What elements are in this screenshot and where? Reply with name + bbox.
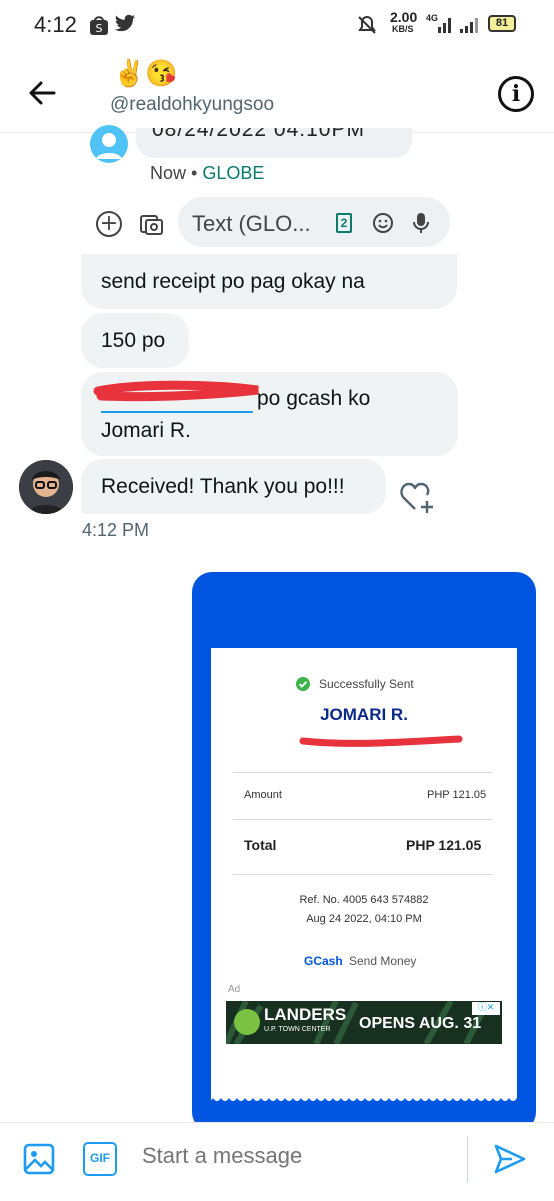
status-time: 4:12 <box>34 12 77 37</box>
back-button[interactable] <box>26 76 60 110</box>
total-label: Total <box>244 837 277 853</box>
network-speed-unit: KB/S <box>392 24 414 34</box>
sim-badge: 2 <box>336 213 352 233</box>
conversation-header <box>0 50 554 133</box>
ad-title: LANDERS <box>264 1005 347 1024</box>
receipt-recipient: JOMARI R. <box>320 705 408 724</box>
network-speed: 2.00 <box>390 9 418 25</box>
sms-message-gcash: po gcash ko Jomari R. <box>81 372 458 456</box>
divider <box>233 819 493 820</box>
sms-message: send receipt po pag okay na <box>81 254 457 309</box>
amount-label: Amount <box>244 789 282 801</box>
message-timestamp: 4:12 PM <box>82 520 150 540</box>
landers-logo-icon <box>234 1009 260 1035</box>
send-button[interactable] <box>492 1141 528 1182</box>
sms-message: 150 po <box>81 313 189 368</box>
arrow-left-icon <box>29 81 56 105</box>
divider <box>233 772 493 773</box>
mic-icon <box>411 211 431 240</box>
svg-text:S: S <box>96 22 103 35</box>
sms-add-icon: + <box>96 211 122 237</box>
receipt-type: Send Money <box>349 954 417 968</box>
sms-contact-avatar <box>90 125 128 163</box>
recipient-redaction <box>299 734 463 753</box>
check-circle-icon <box>296 677 310 691</box>
sms-compose-placeholder: Text (GLO... <box>192 211 311 236</box>
sender-avatar[interactable] <box>19 460 73 514</box>
sms-message-text: Jomari R. <box>101 419 191 442</box>
battery-icon: 81 <box>488 15 516 32</box>
sms-meta: Now • GLOBE <box>150 163 265 183</box>
sms-date-text: 08/24/2022 04:10PM <box>152 128 365 141</box>
receipt-datetime: Aug 24 2022, 04:10 PM <box>306 913 422 925</box>
gcash-logo: GCash <box>304 954 343 968</box>
info-icon: i <box>511 81 521 107</box>
display-name-emoji: ✌️😘 <box>113 58 178 88</box>
amount-value: PHP 121.05 <box>427 789 487 801</box>
total-value: PHP 121.05 <box>406 837 482 853</box>
redaction-mark <box>93 378 263 415</box>
info-button[interactable]: i <box>498 76 534 112</box>
shopee-icon: S <box>88 14 110 41</box>
reference-number: Ref. No. 4005 643 574882 <box>299 894 429 906</box>
image-icon[interactable] <box>22 1142 56 1181</box>
like-message-icon[interactable] <box>399 479 437 520</box>
receipt-zigzag <box>211 1090 517 1101</box>
dm-message-bubble[interactable]: Received! Thank you po!!! <box>81 459 386 514</box>
sms-gallery-icon <box>138 211 164 242</box>
composer-divider <box>467 1136 468 1182</box>
divider <box>233 874 493 875</box>
signal-icon <box>428 14 486 39</box>
ad-close-icon[interactable]: ⓘ✕ <box>472 1002 500 1015</box>
twitter-icon <box>114 14 136 39</box>
gif-button[interactable]: GIF <box>83 1142 117 1176</box>
user-handle[interactable]: @realdohkyungsoo <box>110 94 274 116</box>
ad-subtitle: U.P. TOWN CENTER <box>264 1026 331 1033</box>
ad-cta: OPENS AUG. 31 <box>359 1015 482 1032</box>
ad-label: Ad <box>228 984 241 995</box>
message-input[interactable] <box>142 1136 457 1176</box>
sms-date-bubble: 08/24/2022 04:10PM <box>136 128 412 158</box>
send-icon <box>494 1144 526 1174</box>
emoji-icon <box>371 211 395 240</box>
sms-message-text: po gcash ko <box>257 387 371 410</box>
sms-meta-time: Now <box>150 163 187 183</box>
mute-icon <box>356 14 378 41</box>
receipt-status: Successfully Sent <box>319 677 414 691</box>
ad-banner[interactable]: LANDERS U.P. TOWN CENTER OPENS AUG. 31 ⓘ… <box>226 1001 502 1044</box>
sms-meta-network: GLOBE <box>202 163 265 183</box>
status-bar: 4:12 S 2.00 KB/S 4G 81 <box>0 0 554 50</box>
